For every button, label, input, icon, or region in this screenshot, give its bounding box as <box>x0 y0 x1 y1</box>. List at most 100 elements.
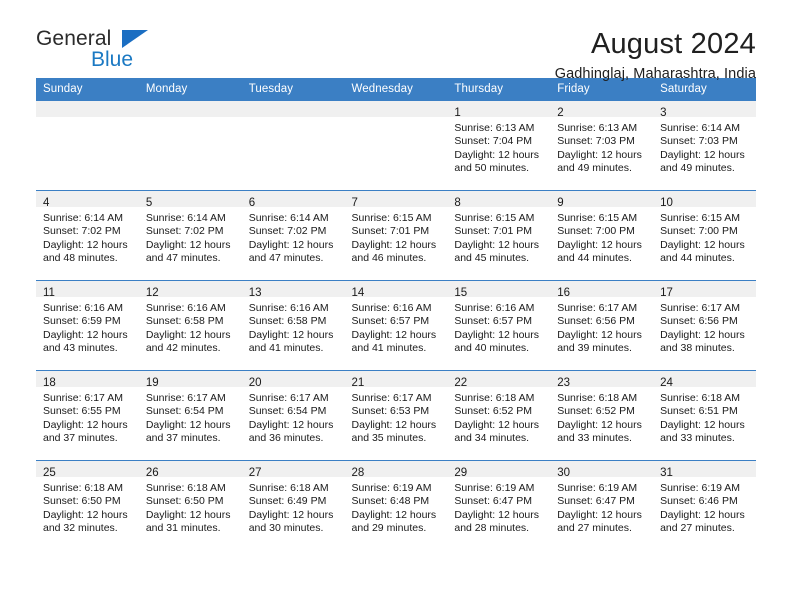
weekday-header-thursday: Thursday <box>447 78 551 101</box>
calendar-day-cell[interactable]: 23 Sunrise: 6:18 AM Sunset: 6:52 PM Dayligh… <box>550 370 654 461</box>
calendar-day-cell[interactable]: 26 Sunrise: 6:18 AM Sunset: 6:50 PM Dayligh… <box>138 460 242 551</box>
day-number-strip: 25 <box>36 461 139 479</box>
day-number: 16 <box>557 287 571 299</box>
calendar-day-cell[interactable]: 22 Sunrise: 6:18 AM Sunset: 6:52 PM Dayligh… <box>447 370 551 461</box>
page-title: August 2024 <box>590 28 756 60</box>
calendar-day-cell[interactable]: 8 Sunrise: 6:15 AM Sunset: 7:01 PM Daylight… <box>447 190 551 281</box>
daylight-line-1: Daylight: 12 hours <box>660 328 745 341</box>
daylight-line-1: Daylight: 12 hours <box>557 148 642 161</box>
day-number-strip: 28 <box>344 461 448 479</box>
calendar-day-cell[interactable]: 25 Sunrise: 6:18 AM Sunset: 6:50 PM Dayligh… <box>36 460 139 551</box>
sunrise-line: Sunrise: 6:19 AM <box>557 482 638 494</box>
daylight-line-1: Daylight: 12 hours <box>454 238 540 251</box>
day-number-strip: 2 <box>550 101 654 119</box>
calendar-day-cell[interactable]: 5 Sunrise: 6:14 AM Sunset: 7:02 PM Daylight… <box>138 190 242 281</box>
calendar-day-cell[interactable]: 31 Sunrise: 6:19 AM Sunset: 6:46 PM Dayligh… <box>653 460 756 551</box>
calendar-day-cell[interactable]: 6 Sunrise: 6:14 AM Sunset: 7:02 PM Daylight… <box>241 190 345 281</box>
calendar-day-cell[interactable]: 16 Sunrise: 6:17 AM Sunset: 6:56 PM Dayligh… <box>550 280 654 371</box>
calendar-day-cell[interactable]: 24 Sunrise: 6:18 AM Sunset: 6:51 PM Dayligh… <box>653 370 756 461</box>
sunrise-line: Sunrise: 6:14 AM <box>660 122 741 134</box>
day-number: 22 <box>454 377 468 389</box>
day-number: 19 <box>145 377 159 389</box>
calendar-day-cell[interactable]: 17 Sunrise: 6:17 AM Sunset: 6:56 PM Dayligh… <box>653 280 756 371</box>
calendar-cell-empty <box>36 100 139 191</box>
calendar-day-cell[interactable]: 13 Sunrise: 6:16 AM Sunset: 6:58 PM Dayligh… <box>241 280 345 371</box>
sunset-line: Sunset: 7:00 PM <box>660 225 738 238</box>
daylight-line-1: Daylight: 12 hours <box>43 508 128 521</box>
day-detail-block: Sunrise: 6:14 AM Sunset: 7:02 PM Daylight:… <box>36 207 139 266</box>
day-number-strip: 5 <box>138 191 242 209</box>
day-detail-block: Sunrise: 6:14 AM Sunset: 7:03 PM Daylight:… <box>653 117 756 176</box>
calendar-day-cell[interactable]: 20 Sunrise: 6:17 AM Sunset: 6:54 PM Dayligh… <box>241 370 345 461</box>
calendar-day-cell[interactable]: 29 Sunrise: 6:19 AM Sunset: 6:47 PM Dayligh… <box>447 460 551 551</box>
daylight-line-2: and 29 minutes. <box>351 522 427 535</box>
day-detail-block: Sunrise: 6:18 AM Sunset: 6:51 PM Daylight:… <box>653 387 756 446</box>
daylight-line-2: and 41 minutes. <box>248 342 324 355</box>
calendar-day-cell[interactable]: 21 Sunrise: 6:17 AM Sunset: 6:53 PM Dayligh… <box>344 370 448 461</box>
day-number: 20 <box>248 377 262 389</box>
day-detail-block: Sunrise: 6:16 AM Sunset: 6:59 PM Daylight:… <box>36 297 139 356</box>
calendar-day-cell[interactable]: 28 Sunrise: 6:19 AM Sunset: 6:48 PM Dayligh… <box>344 460 448 551</box>
calendar-day-cell[interactable]: 27 Sunrise: 6:18 AM Sunset: 6:49 PM Dayligh… <box>241 460 345 551</box>
calendar-day-cell[interactable]: 15 Sunrise: 6:16 AM Sunset: 6:57 PM Dayligh… <box>447 280 551 371</box>
day-detail-block: Sunrise: 6:17 AM Sunset: 6:54 PM Daylight:… <box>139 387 242 446</box>
daylight-line-1: Daylight: 12 hours <box>145 418 231 431</box>
sunset-line: Sunset: 6:56 PM <box>557 315 635 328</box>
daylight-line-1: Daylight: 12 hours <box>145 508 231 521</box>
day-detail-block: Sunrise: 6:18 AM Sunset: 6:50 PM Daylight:… <box>139 477 242 536</box>
day-number: 17 <box>660 287 673 299</box>
sunrise-line: Sunrise: 6:19 AM <box>351 482 432 494</box>
daylight-line-1: Daylight: 12 hours <box>43 238 128 251</box>
day-detail-block <box>242 117 345 122</box>
calendar-week-row: 25 Sunrise: 6:18 AM Sunset: 6:50 PM Dayligh… <box>36 460 756 551</box>
day-detail-block: Sunrise: 6:19 AM Sunset: 6:47 PM Daylight:… <box>447 477 550 536</box>
daylight-line-1: Daylight: 12 hours <box>351 508 437 521</box>
calendar-day-cell[interactable]: 30 Sunrise: 6:19 AM Sunset: 6:47 PM Dayligh… <box>550 460 654 551</box>
sunset-line: Sunset: 6:58 PM <box>145 315 224 328</box>
sunrise-line: Sunrise: 6:17 AM <box>43 392 123 404</box>
daylight-line-1: Daylight: 12 hours <box>660 238 745 251</box>
calendar-day-cell[interactable]: 7 Sunrise: 6:15 AM Sunset: 7:01 PM Daylight… <box>344 190 448 281</box>
daylight-line-1: Daylight: 12 hours <box>454 418 540 431</box>
sunset-line: Sunset: 7:00 PM <box>557 225 635 238</box>
sunset-line: Sunset: 6:46 PM <box>660 495 738 508</box>
day-number-strip: 23 <box>550 371 654 389</box>
day-number: 5 <box>145 197 153 209</box>
calendar-day-cell[interactable]: 3 Sunrise: 6:14 AM Sunset: 7:03 PM Daylight… <box>653 100 756 191</box>
day-detail-block: Sunrise: 6:19 AM Sunset: 6:48 PM Daylight:… <box>345 477 448 536</box>
weekday-header-wednesday: Wednesday <box>344 78 448 101</box>
day-number-strip: 10 <box>653 191 756 209</box>
sunrise-line: Sunrise: 6:18 AM <box>145 482 226 494</box>
day-number-strip: 6 <box>241 191 345 209</box>
calendar-day-cell[interactable]: 10 Sunrise: 6:15 AM Sunset: 7:00 PM Dayligh… <box>653 190 756 281</box>
daylight-line-2: and 50 minutes. <box>454 162 530 175</box>
calendar-week-row: 1 Sunrise: 6:13 AM Sunset: 7:04 PM Daylight… <box>36 100 756 191</box>
sunrise-line: Sunrise: 6:14 AM <box>43 212 123 224</box>
daylight-line-2: and 47 minutes. <box>248 252 324 265</box>
calendar-day-cell[interactable]: 12 Sunrise: 6:16 AM Sunset: 6:58 PM Dayligh… <box>138 280 242 371</box>
calendar-day-cell[interactable]: 4 Sunrise: 6:14 AM Sunset: 7:02 PM Daylight… <box>36 190 139 281</box>
day-detail-block: Sunrise: 6:15 AM Sunset: 7:01 PM Daylight:… <box>447 207 550 266</box>
day-detail-block: Sunrise: 6:18 AM Sunset: 6:50 PM Daylight:… <box>36 477 139 536</box>
calendar-day-cell[interactable]: 14 Sunrise: 6:16 AM Sunset: 6:57 PM Dayligh… <box>344 280 448 371</box>
daylight-line-2: and 37 minutes. <box>145 432 221 445</box>
calendar-day-cell[interactable]: 2 Sunrise: 6:13 AM Sunset: 7:03 PM Daylight… <box>550 100 654 191</box>
calendar-day-cell[interactable]: 18 Sunrise: 6:17 AM Sunset: 6:55 PM Dayligh… <box>36 370 139 461</box>
sunset-line: Sunset: 6:58 PM <box>248 315 327 328</box>
calendar-day-cell[interactable]: 19 Sunrise: 6:17 AM Sunset: 6:54 PM Dayligh… <box>138 370 242 461</box>
sunrise-line: Sunrise: 6:18 AM <box>43 482 123 494</box>
sunrise-line: Sunrise: 6:16 AM <box>454 302 535 314</box>
sunset-line: Sunset: 6:52 PM <box>454 405 533 418</box>
daylight-line-1: Daylight: 12 hours <box>248 328 334 341</box>
calendar-day-cell[interactable]: 9 Sunrise: 6:15 AM Sunset: 7:00 PM Daylight… <box>550 190 654 281</box>
brand-logo[interactable]: General Blue <box>36 28 236 80</box>
day-number-strip: 16 <box>550 281 654 299</box>
calendar-day-cell[interactable]: 11 Sunrise: 6:16 AM Sunset: 6:59 PM Dayligh… <box>36 280 139 371</box>
daylight-line-2: and 33 minutes. <box>660 432 735 445</box>
daylight-line-2: and 41 minutes. <box>351 342 427 355</box>
calendar-day-cell[interactable]: 1 Sunrise: 6:13 AM Sunset: 7:04 PM Daylight… <box>447 100 551 191</box>
sunrise-line: Sunrise: 6:18 AM <box>557 392 638 404</box>
daylight-line-2: and 45 minutes. <box>454 252 530 265</box>
daylight-line-2: and 32 minutes. <box>43 522 118 535</box>
day-detail-block <box>139 117 242 122</box>
